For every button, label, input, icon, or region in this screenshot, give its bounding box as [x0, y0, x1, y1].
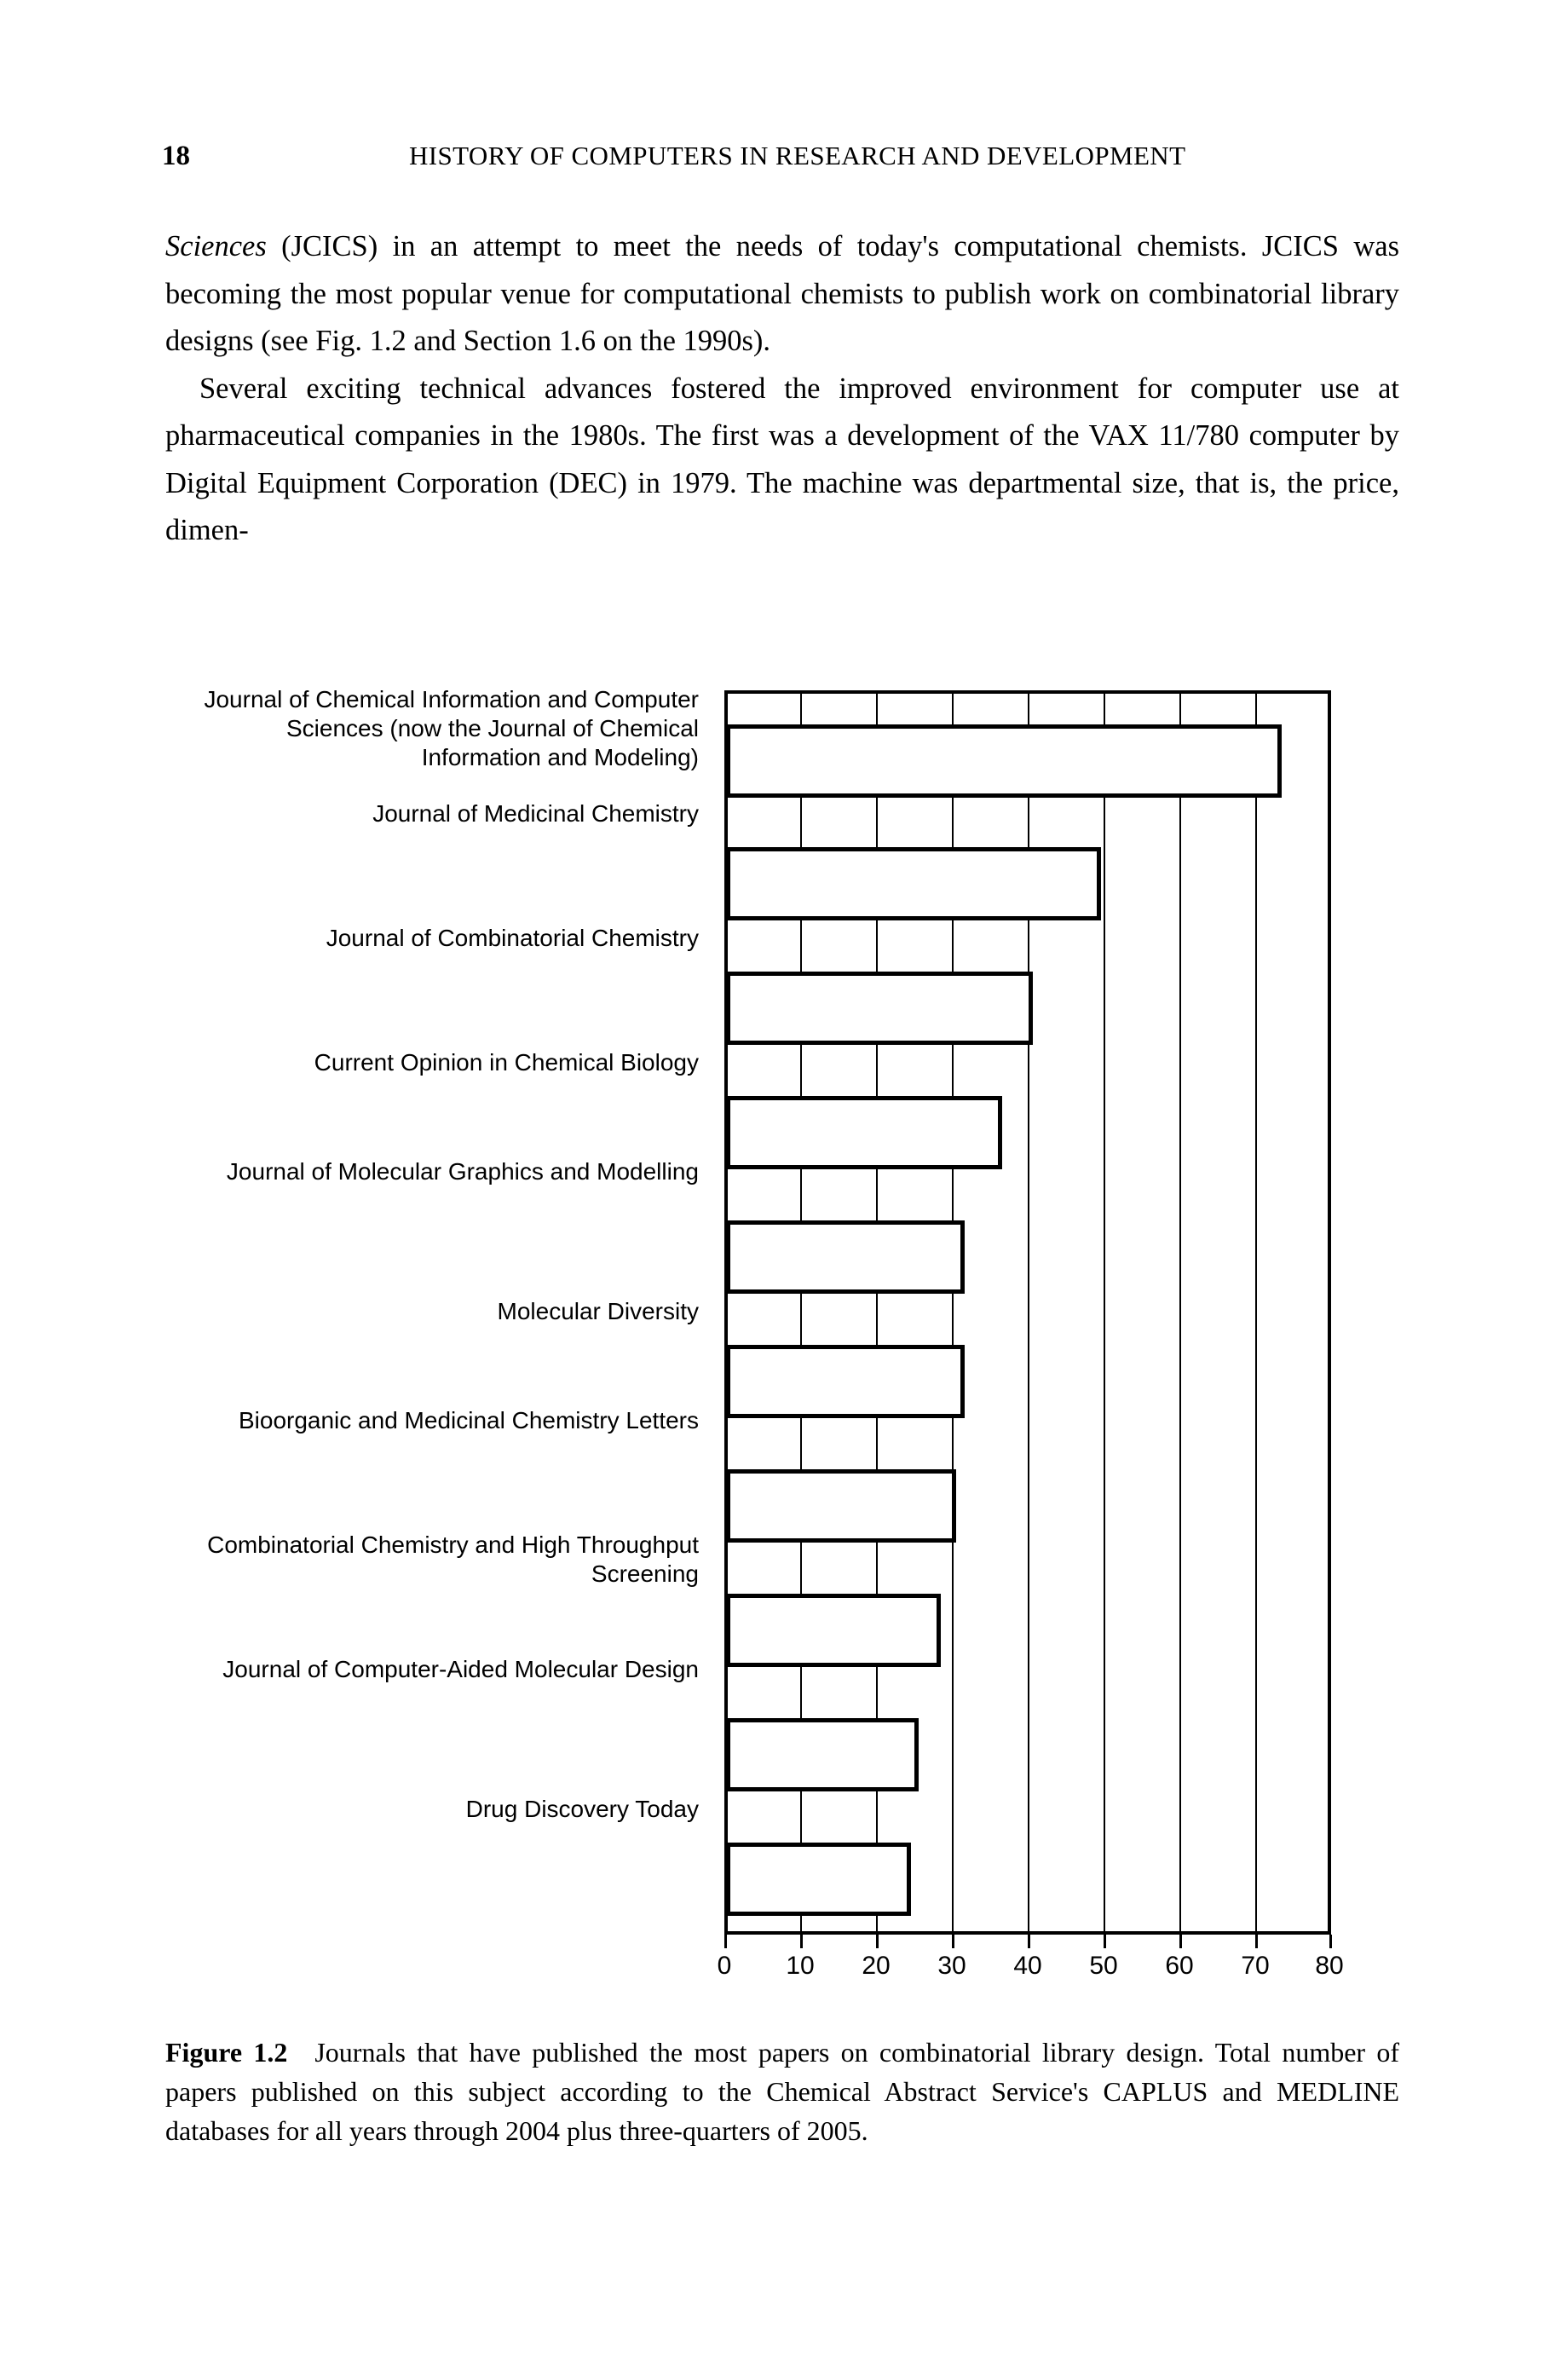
axis-tick [1179, 1935, 1182, 1948]
gridline-70 [1255, 694, 1257, 1931]
axis-tick [1329, 1935, 1332, 1948]
category-label: Journal of Molecular Graphics and Modell… [226, 1158, 699, 1185]
axis-tick [800, 1935, 803, 1948]
value-axis: 0 10 20 30 40 50 60 70 80 [718, 1935, 1344, 2011]
paragraph-1: Sciences (JCICS) in an attempt to meet t… [165, 223, 1399, 366]
category-label: Current Opinion in Chemical Biology [314, 1049, 699, 1076]
category-label: Molecular Diversity [497, 1298, 700, 1324]
axis-tick [1255, 1935, 1258, 1948]
running-head-title: HISTORY OF COMPUTERS IN RESEARCH AND DEV… [409, 141, 1186, 170]
gridline-50 [1104, 694, 1105, 1931]
axis-tick [876, 1935, 879, 1948]
body-text: Sciences (JCICS) in an attempt to meet t… [165, 223, 1399, 555]
paragraph-1-rest: (JCICS) in an attempt to meet the needs … [165, 230, 1399, 357]
figure-caption-label: Figure 1.2 [165, 2037, 315, 2068]
axis-tick-label: 10 [786, 1952, 815, 1980]
axis-tick-label: 50 [1089, 1952, 1118, 1980]
bar-6 [726, 1469, 956, 1543]
category-label: Journal of Combinatorial Chemistry [326, 925, 699, 951]
running-head: 18 HISTORY OF COMPUTERS IN RESEARCH AND … [162, 136, 1398, 176]
axis-tick-label: 60 [1165, 1952, 1194, 1980]
axis-tick-label: 0 [717, 1952, 732, 1980]
axis-tick-label: 80 [1315, 1952, 1344, 1980]
axis-tick-label: 20 [862, 1952, 891, 1980]
figure-caption-text: Journals that have published the most pa… [165, 2037, 1400, 2146]
category-label: Journal of Chemical Information and Comp… [204, 686, 699, 770]
axis-tick-label: 70 [1241, 1952, 1270, 1980]
italic-journal-name: Sciences [165, 230, 267, 262]
figure-1-2: Journal of Chemical Information and Comp… [0, 648, 1568, 2028]
axis-tick [952, 1935, 954, 1948]
bar-8 [726, 1718, 919, 1791]
plot-area [724, 690, 1331, 1935]
bar-0 [726, 724, 1282, 798]
bar-chart: Journal of Chemical Information and Comp… [162, 673, 1343, 1980]
bar-1 [726, 847, 1101, 920]
page-number: 18 [162, 141, 190, 171]
bar-9 [726, 1843, 911, 1916]
bar-7 [726, 1594, 941, 1667]
category-axis-labels: Journal of Chemical Information and Comp… [162, 686, 714, 1935]
category-label: Journal of Computer-Aided Molecular Desi… [222, 1656, 699, 1682]
axis-tick-label: 40 [1013, 1952, 1042, 1980]
axis-tick [1028, 1935, 1030, 1948]
category-label: Journal of Medicinal Chemistry [372, 800, 699, 827]
category-label: Combinatorial Chemistry and High Through… [207, 1531, 699, 1587]
axis-tick [1104, 1935, 1106, 1948]
document-page: 18 HISTORY OF COMPUTERS IN RESEARCH AND … [0, 0, 1568, 2365]
category-label: Drug Discovery Today [465, 1796, 699, 1822]
bar-5 [726, 1345, 965, 1418]
gridline-60 [1179, 694, 1181, 1931]
category-label: Bioorganic and Medicinal Chemistry Lette… [238, 1407, 699, 1433]
bar-3 [726, 1096, 1002, 1169]
paragraph-2: Several exciting technical advances fost… [165, 372, 1399, 547]
axis-tick-label: 30 [937, 1952, 966, 1980]
axis-tick [724, 1935, 727, 1948]
bar-2 [726, 972, 1033, 1045]
figure-caption: Figure 1.2 Journals that have published … [165, 2033, 1399, 2150]
bar-4 [726, 1220, 965, 1294]
